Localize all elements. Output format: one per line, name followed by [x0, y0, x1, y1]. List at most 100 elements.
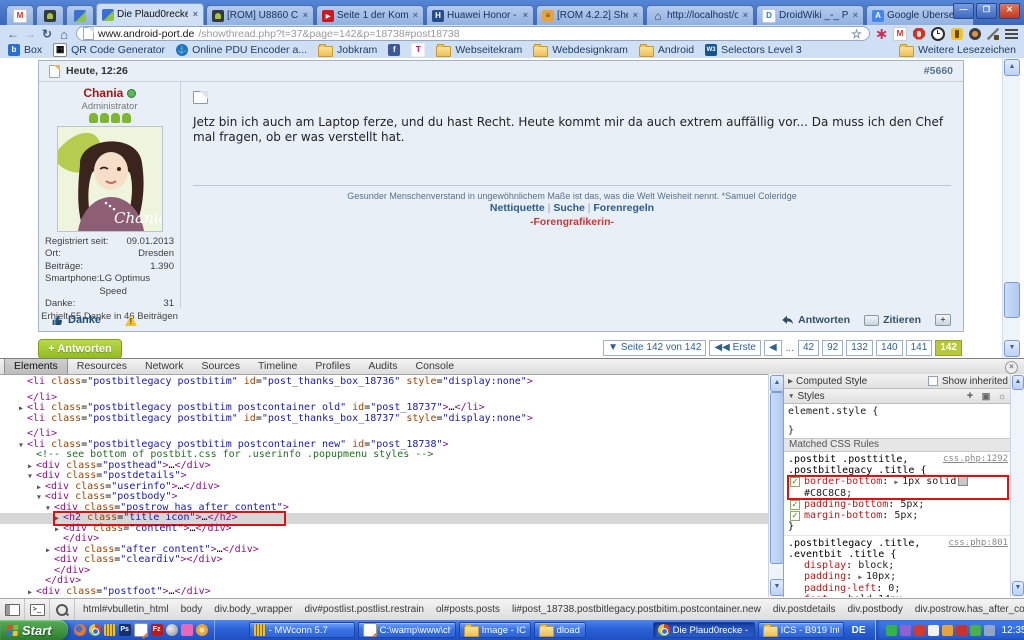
dock-icon-button[interactable]	[0, 599, 25, 621]
address-bar[interactable]: www.android-port.de/showthread.php?t=37&…	[76, 26, 870, 41]
pinned-tab[interactable]	[66, 5, 94, 25]
chrome-icon[interactable]	[89, 624, 101, 636]
styles-header[interactable]: ▼ Styles	[784, 389, 1012, 404]
antworten-button[interactable]: Antworten	[780, 314, 850, 326]
breadcrumb-item[interactable]: div.postbody	[841, 599, 908, 621]
taskbar-button[interactable]: Image - ICS B919 ...	[459, 622, 531, 638]
pinned-tab[interactable]	[6, 5, 34, 25]
devtools-tab-console[interactable]: Console	[407, 359, 464, 374]
expanded-arrow-icon[interactable]: ▼	[19, 440, 27, 451]
devtools-tab-elements[interactable]: Elements	[4, 359, 68, 374]
breadcrumb-item[interactable]: div.body_wrapper	[208, 599, 298, 621]
page-button[interactable]: 132	[846, 340, 873, 356]
property-checkbox[interactable]: ✓	[790, 477, 800, 487]
tab[interactable]: [ROM 4.2.2] Sheri	[536, 5, 644, 25]
tab[interactable]: http://localhost/ch	[646, 5, 754, 25]
bookmark-item[interactable]: Box	[8, 44, 42, 56]
tab[interactable]: Seite 1 der Komme	[316, 5, 424, 25]
scheduler-icon[interactable]	[984, 625, 995, 636]
collapsed-arrow-icon[interactable]: ▶	[46, 545, 54, 556]
username-link[interactable]: Chania	[83, 86, 123, 100]
signature-link[interactable]: Suche	[553, 202, 585, 214]
tab-close-icon[interactable]	[743, 11, 748, 20]
elements-scroll-down[interactable]: ▼	[770, 579, 784, 596]
bookmark-item[interactable]	[411, 43, 425, 57]
breadcrumb-item[interactable]: div#postlist.postlist.restrain	[299, 599, 431, 621]
tab-close-icon[interactable]	[633, 11, 638, 20]
media-icon[interactable]	[181, 624, 193, 636]
styles-scrollbar[interactable]: ▲ ▼	[1010, 374, 1024, 597]
bookmark-item[interactable]	[388, 44, 400, 56]
avatar[interactable]: Chania	[57, 126, 163, 232]
devtools-close-icon[interactable]	[1005, 361, 1018, 374]
styles-scroll-up[interactable]: ▲	[1012, 375, 1024, 390]
close-button[interactable]: ✕	[999, 3, 1020, 19]
antivirus-icon[interactable]	[970, 625, 981, 636]
danke-button[interactable]: Danke	[51, 314, 101, 327]
tab-active[interactable]: Die Plaud0recke -	[96, 3, 204, 25]
property-checkbox[interactable]: ✓	[790, 511, 800, 521]
vpn-icon[interactable]	[900, 625, 911, 636]
scroll-thumb[interactable]	[1004, 282, 1020, 318]
devtools-tab-resources[interactable]: Resources	[68, 359, 136, 374]
property-checkbox[interactable]: ✓	[790, 500, 800, 510]
elements-scroll-up[interactable]: ▲	[770, 375, 784, 392]
code-line[interactable]: ▶<div class="postfoot">…</div>	[0, 587, 768, 598]
page-info-dropdown[interactable]: ▼ Seite 142 von 142	[603, 340, 706, 356]
bookmark-item[interactable]: Selectors Level 3	[705, 44, 802, 56]
expanded-arrow-icon[interactable]: ▼	[37, 492, 45, 503]
messenger-icon[interactable]	[928, 625, 939, 636]
player-icon[interactable]	[166, 624, 178, 636]
expanded-arrow-icon[interactable]: ▼	[28, 471, 36, 482]
taskbar-button[interactable]: ICS - B919 Intern...	[758, 622, 844, 638]
devtools-tab-sources[interactable]: Sources	[193, 359, 250, 374]
bookmark-item[interactable]: Webseitekram	[436, 44, 522, 57]
taskbar-button[interactable]: - MWconn 5.7	[249, 622, 355, 638]
console-icon-button[interactable]	[25, 599, 50, 621]
devtools-tab-timeline[interactable]: Timeline	[249, 359, 306, 374]
tab[interactable]: [ROM] U8860 CM	[206, 5, 314, 25]
bookmark-item[interactable]: Android	[639, 44, 694, 57]
stop-icon[interactable]	[913, 28, 925, 40]
phone-icon[interactable]	[951, 28, 963, 40]
bookmark-item[interactable]: Jobkram	[318, 44, 377, 57]
language-indicator[interactable]: DE	[845, 625, 873, 636]
minimize-button[interactable]: —	[953, 3, 974, 19]
css-property[interactable]: display: block;	[788, 560, 1008, 571]
collapsed-arrow-icon[interactable]: ▶	[55, 524, 63, 535]
page-button[interactable]: 140	[876, 340, 903, 356]
breadcrumb-item[interactable]: li#post_18738.postbitlegacy.postbitim.po…	[506, 599, 767, 621]
eyedropper-icon[interactable]	[987, 28, 999, 40]
clock-icon[interactable]	[931, 27, 945, 41]
expand-value-icon[interactable]: ▶	[894, 478, 902, 486]
devtools-tab-profiles[interactable]: Profiles	[306, 359, 359, 374]
styles-settings-icon[interactable]	[996, 390, 1008, 402]
mwconn-icon[interactable]	[104, 624, 116, 636]
code-line[interactable]: <li class="postbitlegacy postbitim" id="…	[0, 377, 768, 388]
css-property[interactable]: ✓margin-bottom: 5px;	[788, 510, 1008, 521]
new-style-rule-icon[interactable]	[964, 390, 976, 402]
lastpass-icon[interactable]	[875, 28, 887, 40]
code-line[interactable]: <li class="postbitlegacy postbitim" id="…	[0, 414, 768, 425]
breadcrumb-item[interactable]: div.postrow.has_after_content	[909, 599, 1024, 621]
css-source-link[interactable]: css.php:1292	[943, 454, 1008, 465]
elements-scrollbar[interactable]: ▲ ▼	[768, 374, 784, 597]
network-error-icon[interactable]	[914, 625, 925, 636]
report-warning-icon[interactable]	[125, 315, 137, 326]
reply-button[interactable]: + Antworten	[38, 339, 122, 358]
zitieren-button[interactable]: Zitieren	[864, 314, 921, 326]
scroll-up-button[interactable]: ▲	[1004, 59, 1020, 76]
page-button[interactable]: 92	[822, 340, 843, 356]
css-property[interactable]: padding: ▶ 10px;	[788, 571, 1008, 583]
computed-style-header[interactable]: ▶ Computed Style Show inherited	[784, 374, 1012, 389]
tab[interactable]: Huawei Honor - Cy	[426, 5, 534, 25]
expanded-arrow-icon[interactable]: ▼	[46, 503, 54, 514]
signature-link[interactable]: Nettiquette	[490, 202, 545, 214]
breadcrumb-item[interactable]: html#vbulletin_html	[77, 599, 175, 621]
code-line[interactable]: </div>	[0, 566, 768, 577]
css-property[interactable]: font: ▶ bold 14px	[788, 594, 1008, 597]
breadcrumb-item[interactable]: body	[175, 599, 209, 621]
collapsed-arrow-icon[interactable]: ▶	[28, 461, 36, 472]
photoshop-icon[interactable]	[119, 624, 131, 636]
bookmark-star-icon[interactable]	[850, 28, 863, 40]
